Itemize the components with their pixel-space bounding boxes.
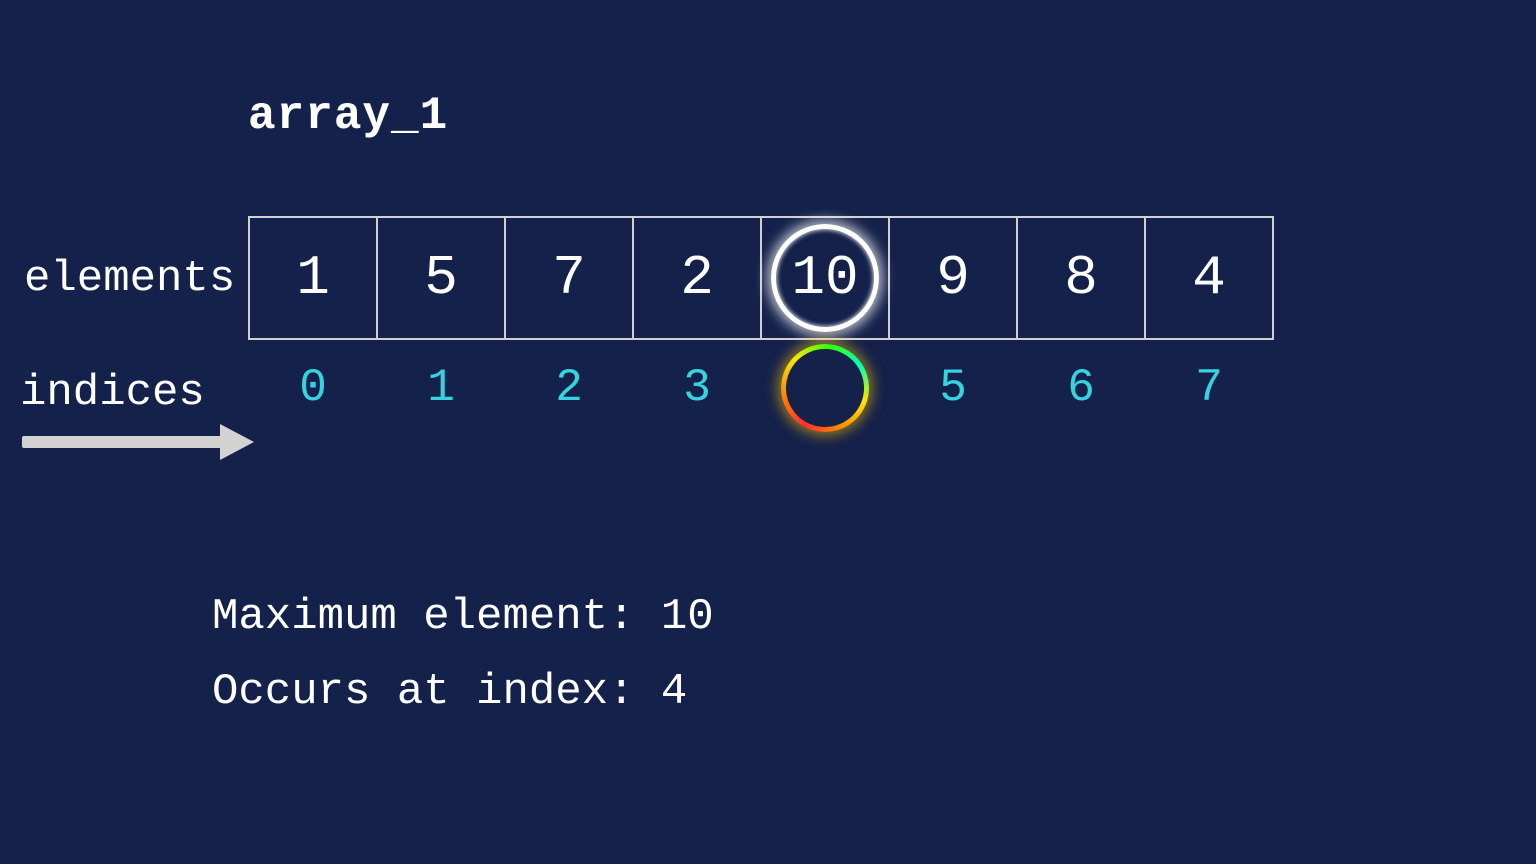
array-elements-row: 1 5 7 2 10 9 8 4 [248,216,1274,340]
indices-label: indices [20,368,205,418]
array-cell: 1 [248,216,378,340]
cell-value: 1 [296,246,330,310]
index-cell: 2 [504,362,634,414]
results-text: Maximum element: 10 Occurs at index: 4 [212,580,714,730]
max-element-label: Maximum element: [212,592,661,642]
max-index-label: Occurs at index: [212,667,661,717]
array-title: array_1 [248,90,448,142]
max-element-value: 10 [661,592,714,642]
cell-value: 5 [424,246,458,310]
cell-value: 2 [680,246,714,310]
cell-value: 8 [1064,246,1098,310]
cell-value: 4 [1192,246,1226,310]
index-cell: 6 [1016,362,1146,414]
index-cell: 3 [632,362,762,414]
direction-arrow-icon [22,424,262,460]
diagram-canvas: array_1 elements indices 1 5 7 2 10 9 8 … [0,0,1536,864]
max-index-value: 4 [661,667,687,717]
array-indices-row: 0 1 2 3 4 5 6 7 [248,362,1274,414]
cell-value: 7 [552,246,586,310]
array-cell: 8 [1016,216,1146,340]
elements-label: elements [24,254,235,304]
index-cell: 5 [888,362,1018,414]
array-cell: 2 [632,216,762,340]
cell-value: 9 [936,246,970,310]
max-index-line: Occurs at index: 4 [212,655,714,730]
array-cell: 7 [504,216,634,340]
index-cell: 0 [248,362,378,414]
array-cell: 4 [1144,216,1274,340]
index-cell: 7 [1144,362,1274,414]
max-element-line: Maximum element: 10 [212,580,714,655]
array-cell: 9 [888,216,1018,340]
cell-value: 10 [791,246,858,310]
index-cell: 4 [760,362,890,414]
array-cell: 10 [760,216,890,340]
index-cell: 1 [376,362,506,414]
array-cell: 5 [376,216,506,340]
